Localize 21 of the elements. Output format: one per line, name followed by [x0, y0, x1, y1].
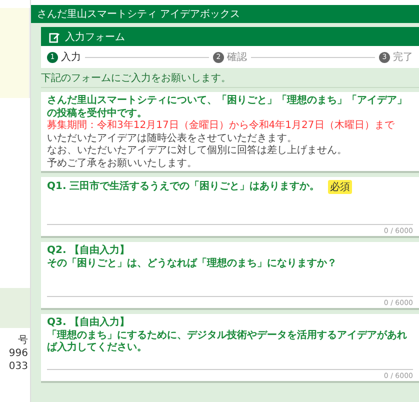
- step-label: 確認: [227, 50, 247, 64]
- intro-text: 予めご了承をお願いいたします。: [47, 158, 198, 170]
- edit-icon: [49, 32, 60, 42]
- page-text: 033: [8, 360, 29, 373]
- site-title: さんだ里山スマートシティ アイデアボックス: [31, 5, 419, 23]
- period-text: 募集期間：令和3年12月17日（金曜日）から令和4年1月27日（木曜日）まで: [47, 120, 396, 132]
- question-number: Q3. 【自由入力】: [47, 317, 130, 330]
- page-text: 996: [8, 347, 29, 360]
- step-label: 入力: [61, 50, 81, 64]
- intro-text: いただいたアイデアは随時公表をさせていただきます。: [47, 132, 298, 144]
- step-label: 完了: [393, 50, 413, 64]
- question-text: その「困りごと」は、どうなれば「理想のまち」になりますか？: [47, 258, 338, 270]
- intro-text: なお、いただいたアイデアに対して個別に回答は差し上げません。: [47, 145, 348, 158]
- intro-heading: さんだ里山スマートシティについて、「困りごと」「理想のまち」「アイデア」の投稿を受付中です。: [47, 95, 408, 120]
- notice-text: 下記のフォームにご入力をお願いします。: [41, 69, 419, 88]
- form-title: 入力フォーム: [65, 30, 125, 44]
- required-badge: 必須: [328, 180, 352, 194]
- question-text: 「理想のまち」にするために、デジタル技術やデータを活用するアイデアがあれば入力してください。: [47, 330, 408, 354]
- question-number: Q2. 【自由入力】: [47, 245, 130, 258]
- page-text: 号: [17, 334, 29, 347]
- question-number: Q1. 三田市で生活するうえでの「困りごと」はありますか。: [47, 180, 320, 194]
